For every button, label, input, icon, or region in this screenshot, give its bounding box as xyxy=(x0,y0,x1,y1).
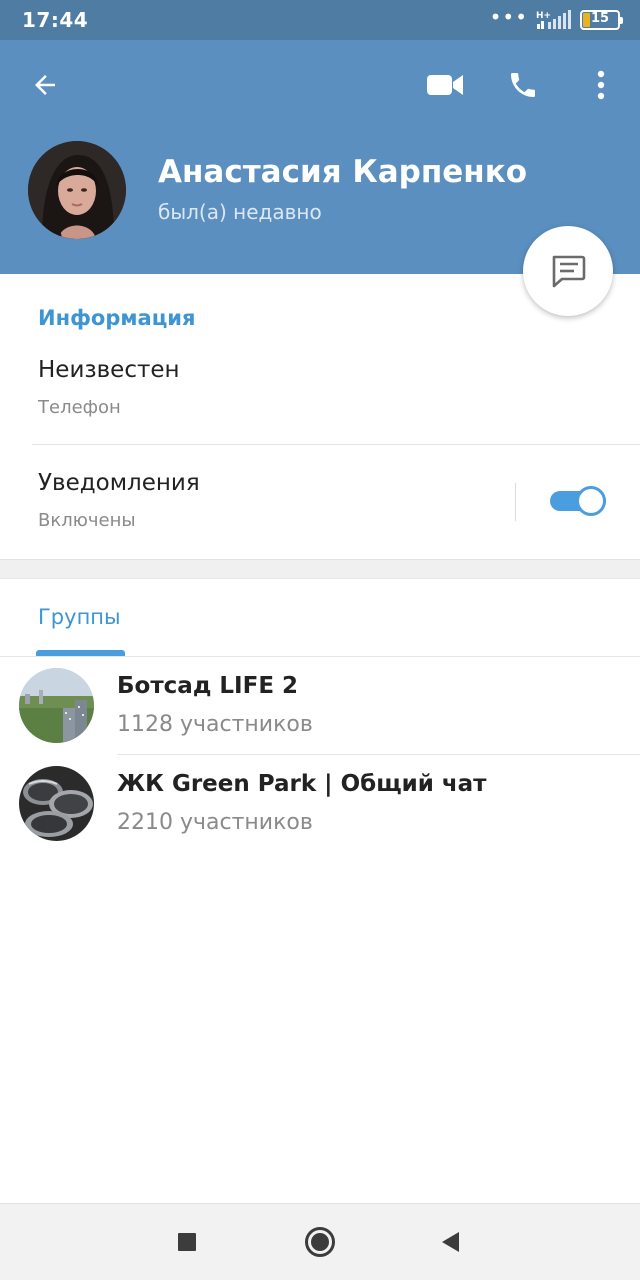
signal-icon: H+ xyxy=(536,10,571,29)
group-members-count: 1128 участников xyxy=(117,712,313,737)
group-name: ЖК Green Park | Общий чат xyxy=(117,771,487,797)
profile-name: Анастасия Карпенко xyxy=(158,154,528,190)
network-type-label: H+ xyxy=(536,11,551,21)
group-list-item[interactable]: Ботсад LIFE 2 1128 участников xyxy=(0,657,640,755)
group-name: Ботсад LIFE 2 xyxy=(117,673,299,699)
info-divider xyxy=(32,444,640,445)
battery-icon: 15 xyxy=(580,10,623,30)
toggle-separator xyxy=(515,483,516,521)
phone-icon xyxy=(511,73,535,97)
profile-avatar[interactable] xyxy=(28,141,126,239)
square-icon xyxy=(178,1233,196,1251)
arrow-left-icon xyxy=(35,75,55,95)
notifications-status: Включены xyxy=(38,510,136,531)
call-button[interactable] xyxy=(499,61,547,109)
section-separator xyxy=(0,559,640,579)
status-bar: 17:44 ••• H+ 15 xyxy=(0,0,640,40)
group-avatar xyxy=(19,766,94,841)
more-vertical-icon xyxy=(597,70,605,100)
home-button[interactable] xyxy=(300,1222,340,1262)
message-icon xyxy=(552,255,586,288)
notifications-toggle[interactable] xyxy=(550,486,606,516)
notifications-title: Уведомления xyxy=(38,470,200,496)
status-icons: ••• H+ 15 xyxy=(489,5,623,32)
tab-groups[interactable]: Группы xyxy=(38,605,121,629)
send-message-button[interactable] xyxy=(523,226,613,316)
status-time: 17:44 xyxy=(22,8,89,32)
phone-value: Неизвестен xyxy=(38,357,180,383)
circle-icon xyxy=(305,1227,335,1257)
triangle-back-icon xyxy=(442,1232,459,1252)
notification-dots: ••• xyxy=(489,5,528,29)
more-options-button[interactable] xyxy=(577,61,625,109)
group-list-item[interactable]: ЖК Green Park | Общий чат 2210 участнико… xyxy=(0,755,640,853)
group-photo xyxy=(19,668,94,743)
video-call-button[interactable] xyxy=(421,61,469,109)
group-photo xyxy=(19,766,94,841)
back-button[interactable] xyxy=(21,61,69,109)
profile-photo xyxy=(28,141,126,239)
group-members-count: 2210 участников xyxy=(117,810,313,835)
nav-back-button[interactable] xyxy=(430,1222,470,1262)
battery-level: 15 xyxy=(590,11,610,26)
phone-label: Телефон xyxy=(38,397,121,418)
recents-button[interactable] xyxy=(167,1222,207,1262)
system-nav-bar xyxy=(0,1203,640,1280)
video-camera-icon xyxy=(427,75,463,95)
profile-last-seen: был(а) недавно xyxy=(158,200,322,224)
group-avatar xyxy=(19,668,94,743)
info-section-title: Информация xyxy=(38,306,196,330)
